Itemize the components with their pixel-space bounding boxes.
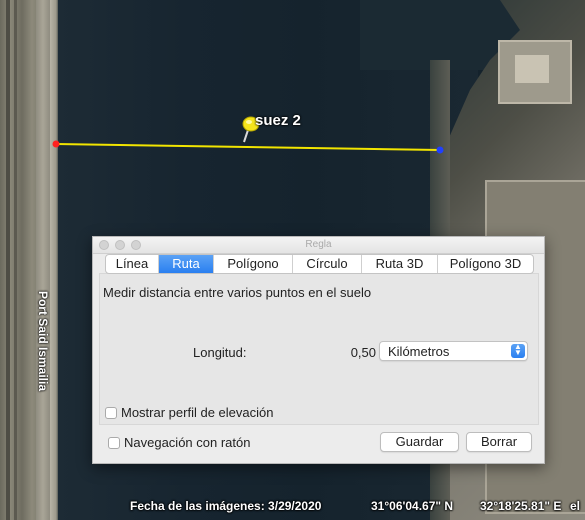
mode-description: Medir distancia entre varios puntos en e…: [103, 285, 372, 300]
measure-end-point[interactable]: [436, 146, 444, 154]
length-label: Longitud:: [193, 345, 247, 360]
unit-select-value: Kilómetros: [388, 344, 450, 359]
measure-mode-tabs: Línea Ruta Polígono Círculo Ruta 3D Polí…: [105, 254, 534, 274]
tab-poligono-3d[interactable]: Polígono 3D: [438, 255, 533, 273]
length-value: 0,50: [350, 345, 376, 360]
placemark-label[interactable]: suez 2: [255, 112, 301, 129]
elevation-profile-option[interactable]: Mostrar perfil de elevación: [105, 405, 273, 420]
measure-start-point[interactable]: [52, 140, 60, 148]
longitude-readout: 32°18'25.81" E: [480, 499, 562, 513]
unit-select[interactable]: Kilómetros ▲ ▼: [379, 341, 528, 361]
save-button[interactable]: Guardar: [380, 432, 459, 452]
mouse-navigation-option[interactable]: Navegación con ratón: [108, 435, 250, 450]
clear-button[interactable]: Borrar: [466, 432, 532, 452]
tab-ruta-3d[interactable]: Ruta 3D: [362, 255, 438, 273]
status-bar: Fecha de las imágenes: 3/29/2020 31°06'0…: [0, 495, 585, 520]
elevation-readout-fragment: el: [570, 499, 581, 513]
dialog-titlebar[interactable]: Regla: [93, 237, 544, 254]
latitude-readout: 31°06'04.67" N: [371, 499, 454, 513]
measure-path-line: [55, 143, 441, 151]
tab-linea[interactable]: Línea: [106, 255, 159, 273]
tab-poligono[interactable]: Polígono: [214, 255, 293, 273]
ruler-dialog: Regla Línea Ruta Polígono Círculo Ruta 3…: [92, 236, 545, 464]
imagery-date: Fecha de las imágenes: 3/29/2020: [130, 499, 322, 513]
mouse-navigation-label: Navegación con ratón: [124, 435, 251, 450]
elevation-profile-checkbox[interactable]: [105, 407, 117, 419]
tab-circulo[interactable]: Círculo: [293, 255, 362, 273]
dialog-title: Regla: [305, 239, 332, 250]
mouse-navigation-checkbox[interactable]: [108, 437, 120, 449]
tab-ruta[interactable]: Ruta: [159, 255, 214, 273]
elevation-profile-label: Mostrar perfil de elevación: [121, 405, 274, 420]
chevron-updown-icon: ▲ ▼: [511, 343, 525, 358]
